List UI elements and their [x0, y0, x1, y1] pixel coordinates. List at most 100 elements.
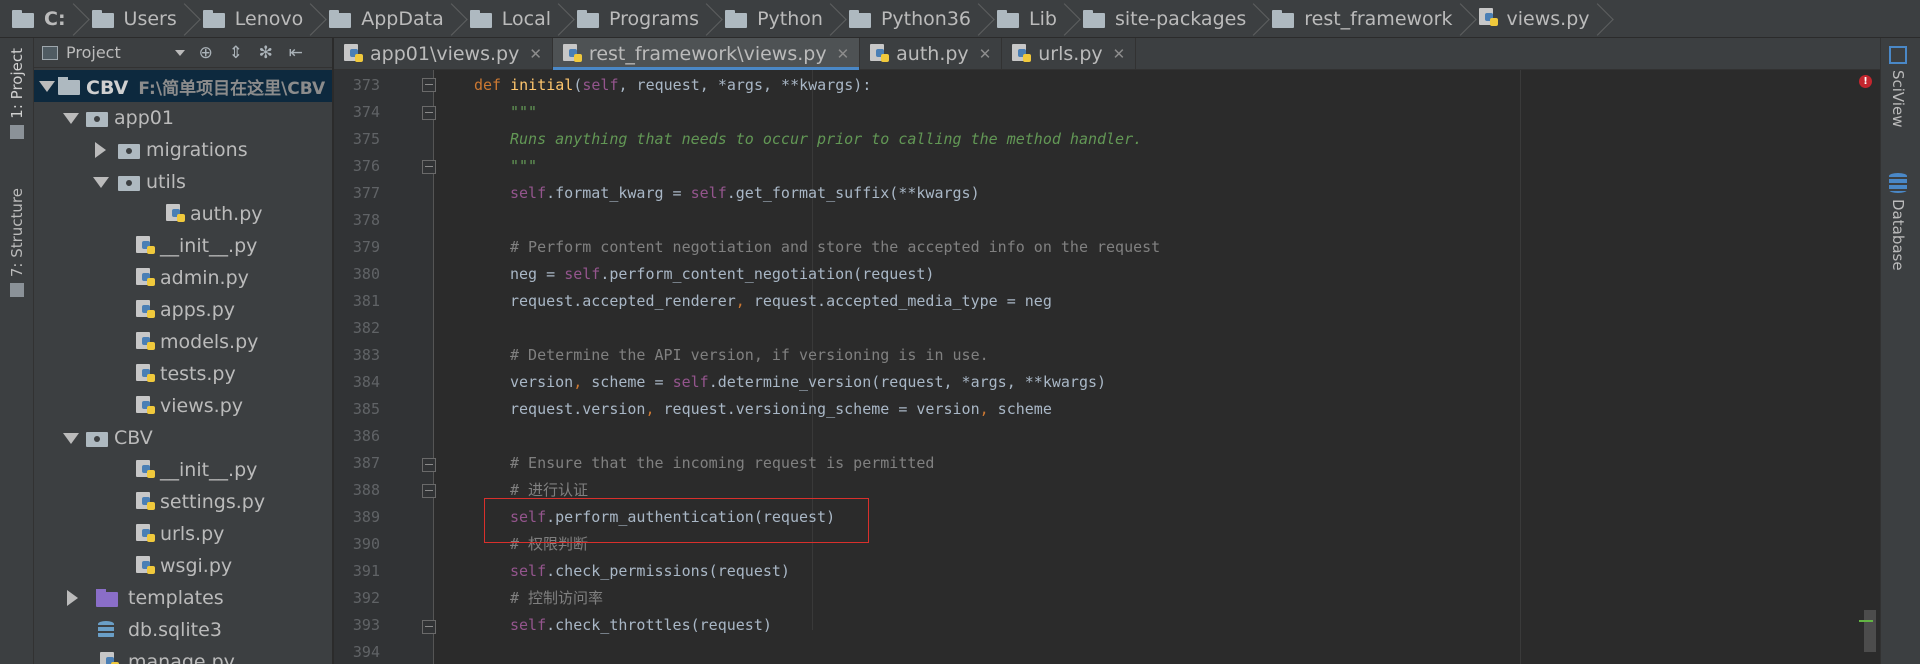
tab-rest-framework-views-py[interactable]: rest_framework\views.py ✕	[552, 38, 861, 70]
chevron-right-icon[interactable]	[92, 142, 108, 158]
tree-item-label: templates	[128, 587, 224, 609]
tree-item-models-py[interactable]: models.py	[34, 326, 332, 358]
close-icon[interactable]: ✕	[529, 45, 542, 63]
tree-item-cbv-package[interactable]: CBV	[34, 422, 332, 454]
code-token: ,	[979, 400, 998, 418]
code-token: request.versioning_scheme = version	[663, 400, 980, 418]
folder-icon	[848, 9, 873, 28]
breadcrumb-item-local[interactable]: Local	[469, 0, 577, 38]
line-number: 388	[352, 481, 380, 499]
sciview-tool-tab[interactable]: SciView	[1889, 46, 1907, 128]
code-editor[interactable]: 373 374 375 376 377 378 379 380 381 382 …	[334, 70, 1880, 664]
tree-item-init-py[interactable]: __init__.py	[34, 230, 332, 262]
tree-item-tests-py[interactable]: tests.py	[34, 358, 332, 390]
tab-urls-py[interactable]: urls.py ✕	[1002, 38, 1137, 70]
tree-item-manage-py[interactable]: manage.py	[34, 646, 332, 664]
chevron-right-icon[interactable]	[64, 590, 80, 606]
tree-item-settings-py[interactable]: settings.py	[34, 486, 332, 518]
database-tool-tab[interactable]: Database	[1889, 173, 1907, 271]
code-token: version	[510, 373, 574, 391]
breadcrumb-item-rest-framework[interactable]: rest_framework	[1272, 0, 1478, 38]
code-token: , request, *args, **kwargs):	[618, 76, 872, 94]
breadcrumb-item-python[interactable]: Python	[725, 0, 849, 38]
tree-item-app01[interactable]: app01	[34, 102, 332, 134]
breadcrumb-item-lib[interactable]: Lib	[997, 0, 1083, 38]
line-number: 390	[352, 535, 380, 553]
breadcrumb-item-c[interactable]: C:	[12, 0, 92, 38]
tree-item-apps-py[interactable]: apps.py	[34, 294, 332, 326]
tab-app01-views-py[interactable]: app01\views.py ✕	[334, 38, 553, 70]
code-token: neg =	[510, 265, 565, 283]
project-tool-tab[interactable]: 1: Project	[4, 48, 30, 139]
line-number: 382	[352, 319, 380, 337]
code-token: ,	[573, 373, 592, 391]
tree-item-admin-py[interactable]: admin.py	[34, 262, 332, 294]
tree-item-urls-py[interactable]: urls.py	[34, 518, 332, 550]
hide-panel-icon[interactable]: ⇤	[287, 44, 305, 62]
code-line-380: neg = self.perform_content_negotiation(r…	[510, 261, 934, 288]
error-indicator-icon[interactable]: !	[1859, 75, 1872, 88]
breadcrumb-item-programs[interactable]: Programs	[577, 0, 725, 38]
code-token: .check_throttles(request)	[546, 616, 772, 634]
code-token: self	[510, 184, 547, 202]
line-number: 385	[352, 400, 380, 418]
tree-item-cbv-project[interactable]: CBV F:\简单项目在这里\CBV	[34, 70, 332, 102]
breadcrumb-item-site-packages[interactable]: site-packages	[1082, 0, 1272, 38]
breadcrumb-separator	[183, 0, 197, 38]
fold-marker-icon[interactable]	[422, 160, 436, 174]
fold-marker-icon[interactable]	[422, 458, 436, 472]
close-icon[interactable]: ✕	[1113, 45, 1126, 63]
editor-scrollbar[interactable]	[1864, 610, 1876, 652]
tree-item-auth-py[interactable]: auth.py	[34, 198, 332, 230]
locate-icon[interactable]: ⊕	[197, 44, 215, 62]
tab-label: auth.py	[896, 43, 969, 65]
tree-item-wsgi-py[interactable]: wsgi.py	[34, 550, 332, 582]
chevron-down-icon[interactable]	[174, 49, 185, 56]
breadcrumb-item-views-py[interactable]: views.py	[1478, 0, 1616, 38]
fold-marker-icon[interactable]	[422, 620, 436, 634]
sciview-tool-tab-label: SciView	[1889, 70, 1907, 128]
code-line-387: # Ensure that the incoming request is pe…	[510, 454, 935, 472]
project-view-selector[interactable]: Project	[66, 43, 121, 62]
tree-item-label: tests.py	[160, 363, 236, 385]
python-file-icon	[100, 652, 120, 664]
tree-item-db-sqlite3[interactable]: db.sqlite3	[34, 614, 332, 646]
breadcrumb-item-users[interactable]: Users	[91, 0, 203, 38]
fold-marker-icon[interactable]	[422, 78, 436, 92]
breadcrumb-item-python36[interactable]: Python36	[848, 0, 997, 38]
chevron-down-icon[interactable]	[62, 110, 79, 126]
breadcrumb-separator	[1459, 0, 1473, 38]
database-icon	[96, 621, 118, 639]
structure-tool-tab[interactable]: 7: Structure	[4, 188, 30, 298]
tree-item-migrations[interactable]: migrations	[34, 134, 332, 166]
tree-item-label: CBV	[114, 427, 153, 449]
fold-marker-icon[interactable]	[422, 106, 436, 120]
chevron-down-icon[interactable]	[62, 430, 79, 446]
tree-item-views-py[interactable]: views.py	[34, 390, 332, 422]
tab-label: rest_framework\views.py	[588, 43, 827, 65]
tree-item-cbv-init-py[interactable]: __init__.py	[34, 454, 332, 486]
breadcrumb-label: rest_framework	[1304, 7, 1453, 30]
python-file-icon	[136, 300, 156, 320]
breadcrumb-separator	[557, 0, 571, 38]
tab-auth-py[interactable]: auth.py ✕	[860, 38, 1003, 70]
fold-marker-icon[interactable]	[422, 484, 436, 498]
chevron-down-icon[interactable]	[38, 78, 55, 94]
close-icon[interactable]: ✕	[837, 45, 850, 63]
tree-item-utils[interactable]: utils	[34, 166, 332, 198]
tree-item-label: migrations	[146, 139, 248, 161]
chevron-down-icon[interactable]	[92, 174, 109, 190]
breadcrumb-item-appdata[interactable]: AppData	[329, 0, 470, 38]
breadcrumb-label: views.py	[1506, 7, 1590, 30]
package-icon	[118, 141, 140, 159]
code-token: self	[582, 76, 619, 94]
close-icon[interactable]: ✕	[979, 45, 992, 63]
code-token: ,	[735, 292, 754, 310]
scrollbar-marker	[1859, 620, 1873, 622]
gear-icon[interactable]: ✻	[257, 44, 275, 62]
line-number: 389	[352, 508, 380, 526]
breadcrumb-item-lenovo[interactable]: Lenovo	[202, 0, 329, 38]
line-number: 379	[352, 238, 380, 256]
collapse-all-icon[interactable]: ⇕	[227, 44, 245, 62]
tree-item-templates[interactable]: templates	[34, 582, 332, 614]
